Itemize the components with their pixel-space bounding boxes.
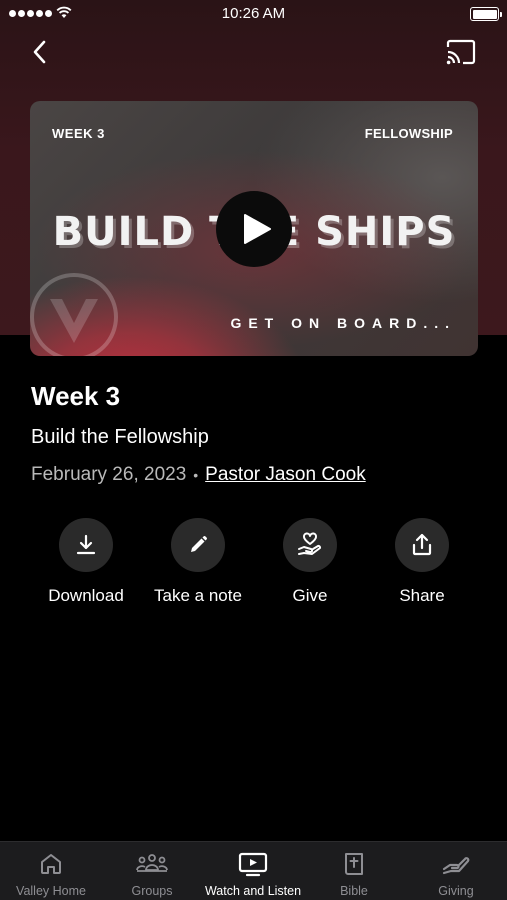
video-tagline: GET ON BOARD... [230, 315, 456, 331]
chevron-left-icon [33, 40, 46, 64]
tab-label: Giving [438, 884, 474, 898]
take-note-label: Take a note [154, 586, 242, 605]
status-time: 10:26 AM [221, 5, 286, 22]
share-label: Share [399, 586, 445, 605]
church-logo [30, 273, 118, 356]
episode-subtitle: Build the Fellowship [31, 426, 209, 448]
video-series-tag: FELLOWSHIP [364, 126, 453, 141]
give-label: Give [292, 586, 328, 605]
give-button[interactable]: Give [254, 518, 366, 606]
play-button[interactable] [216, 191, 292, 267]
episode-meta: February 26, 2023 • Pastor Jason Cook [31, 464, 366, 486]
tab-bar: Valley Home Groups Watch and Listen Bibl… [0, 841, 507, 900]
tab-giving[interactable]: Giving [405, 842, 507, 900]
video-week-label: WEEK 3 [52, 126, 105, 141]
back-button[interactable] [28, 38, 54, 66]
tab-valley-home[interactable]: Valley Home [0, 842, 102, 900]
take-note-button[interactable]: Take a note [142, 518, 254, 606]
share-button[interactable]: Share [366, 518, 478, 606]
status-bar: 10:26 AM [0, 0, 507, 28]
speaker-link[interactable]: Pastor Jason Cook [205, 464, 366, 486]
tab-label: Watch and Listen [204, 884, 302, 898]
episode-title: Week 3 [31, 381, 121, 411]
tab-watch-and-listen[interactable]: Watch and Listen [202, 842, 304, 900]
share-icon [395, 518, 449, 572]
tab-bible[interactable]: Bible [303, 842, 405, 900]
cast-button[interactable] [445, 39, 477, 65]
tab-label: Bible [340, 884, 368, 898]
give-heart-hand-icon [283, 518, 337, 572]
cast-icon [446, 39, 476, 65]
bible-icon [345, 853, 363, 875]
meta-separator: • [193, 467, 199, 483]
play-icon [244, 214, 271, 244]
giving-hand-icon [442, 857, 470, 875]
download-button[interactable]: Download [30, 518, 142, 606]
episode-date: February 26, 2023 [31, 464, 187, 485]
home-icon [41, 854, 61, 874]
download-label: Download [48, 586, 124, 605]
pencil-icon [171, 518, 225, 572]
video-thumbnail[interactable]: WEEK 3 FELLOWSHIP BUILD THE SHIPS GET ON… [30, 101, 478, 356]
tab-label: Valley Home [16, 884, 86, 898]
tab-label: Groups [131, 884, 173, 898]
battery-icon [470, 7, 502, 21]
groups-icon [136, 854, 168, 872]
tab-groups[interactable]: Groups [101, 842, 203, 900]
tv-play-icon [238, 852, 268, 877]
download-icon [59, 518, 113, 572]
